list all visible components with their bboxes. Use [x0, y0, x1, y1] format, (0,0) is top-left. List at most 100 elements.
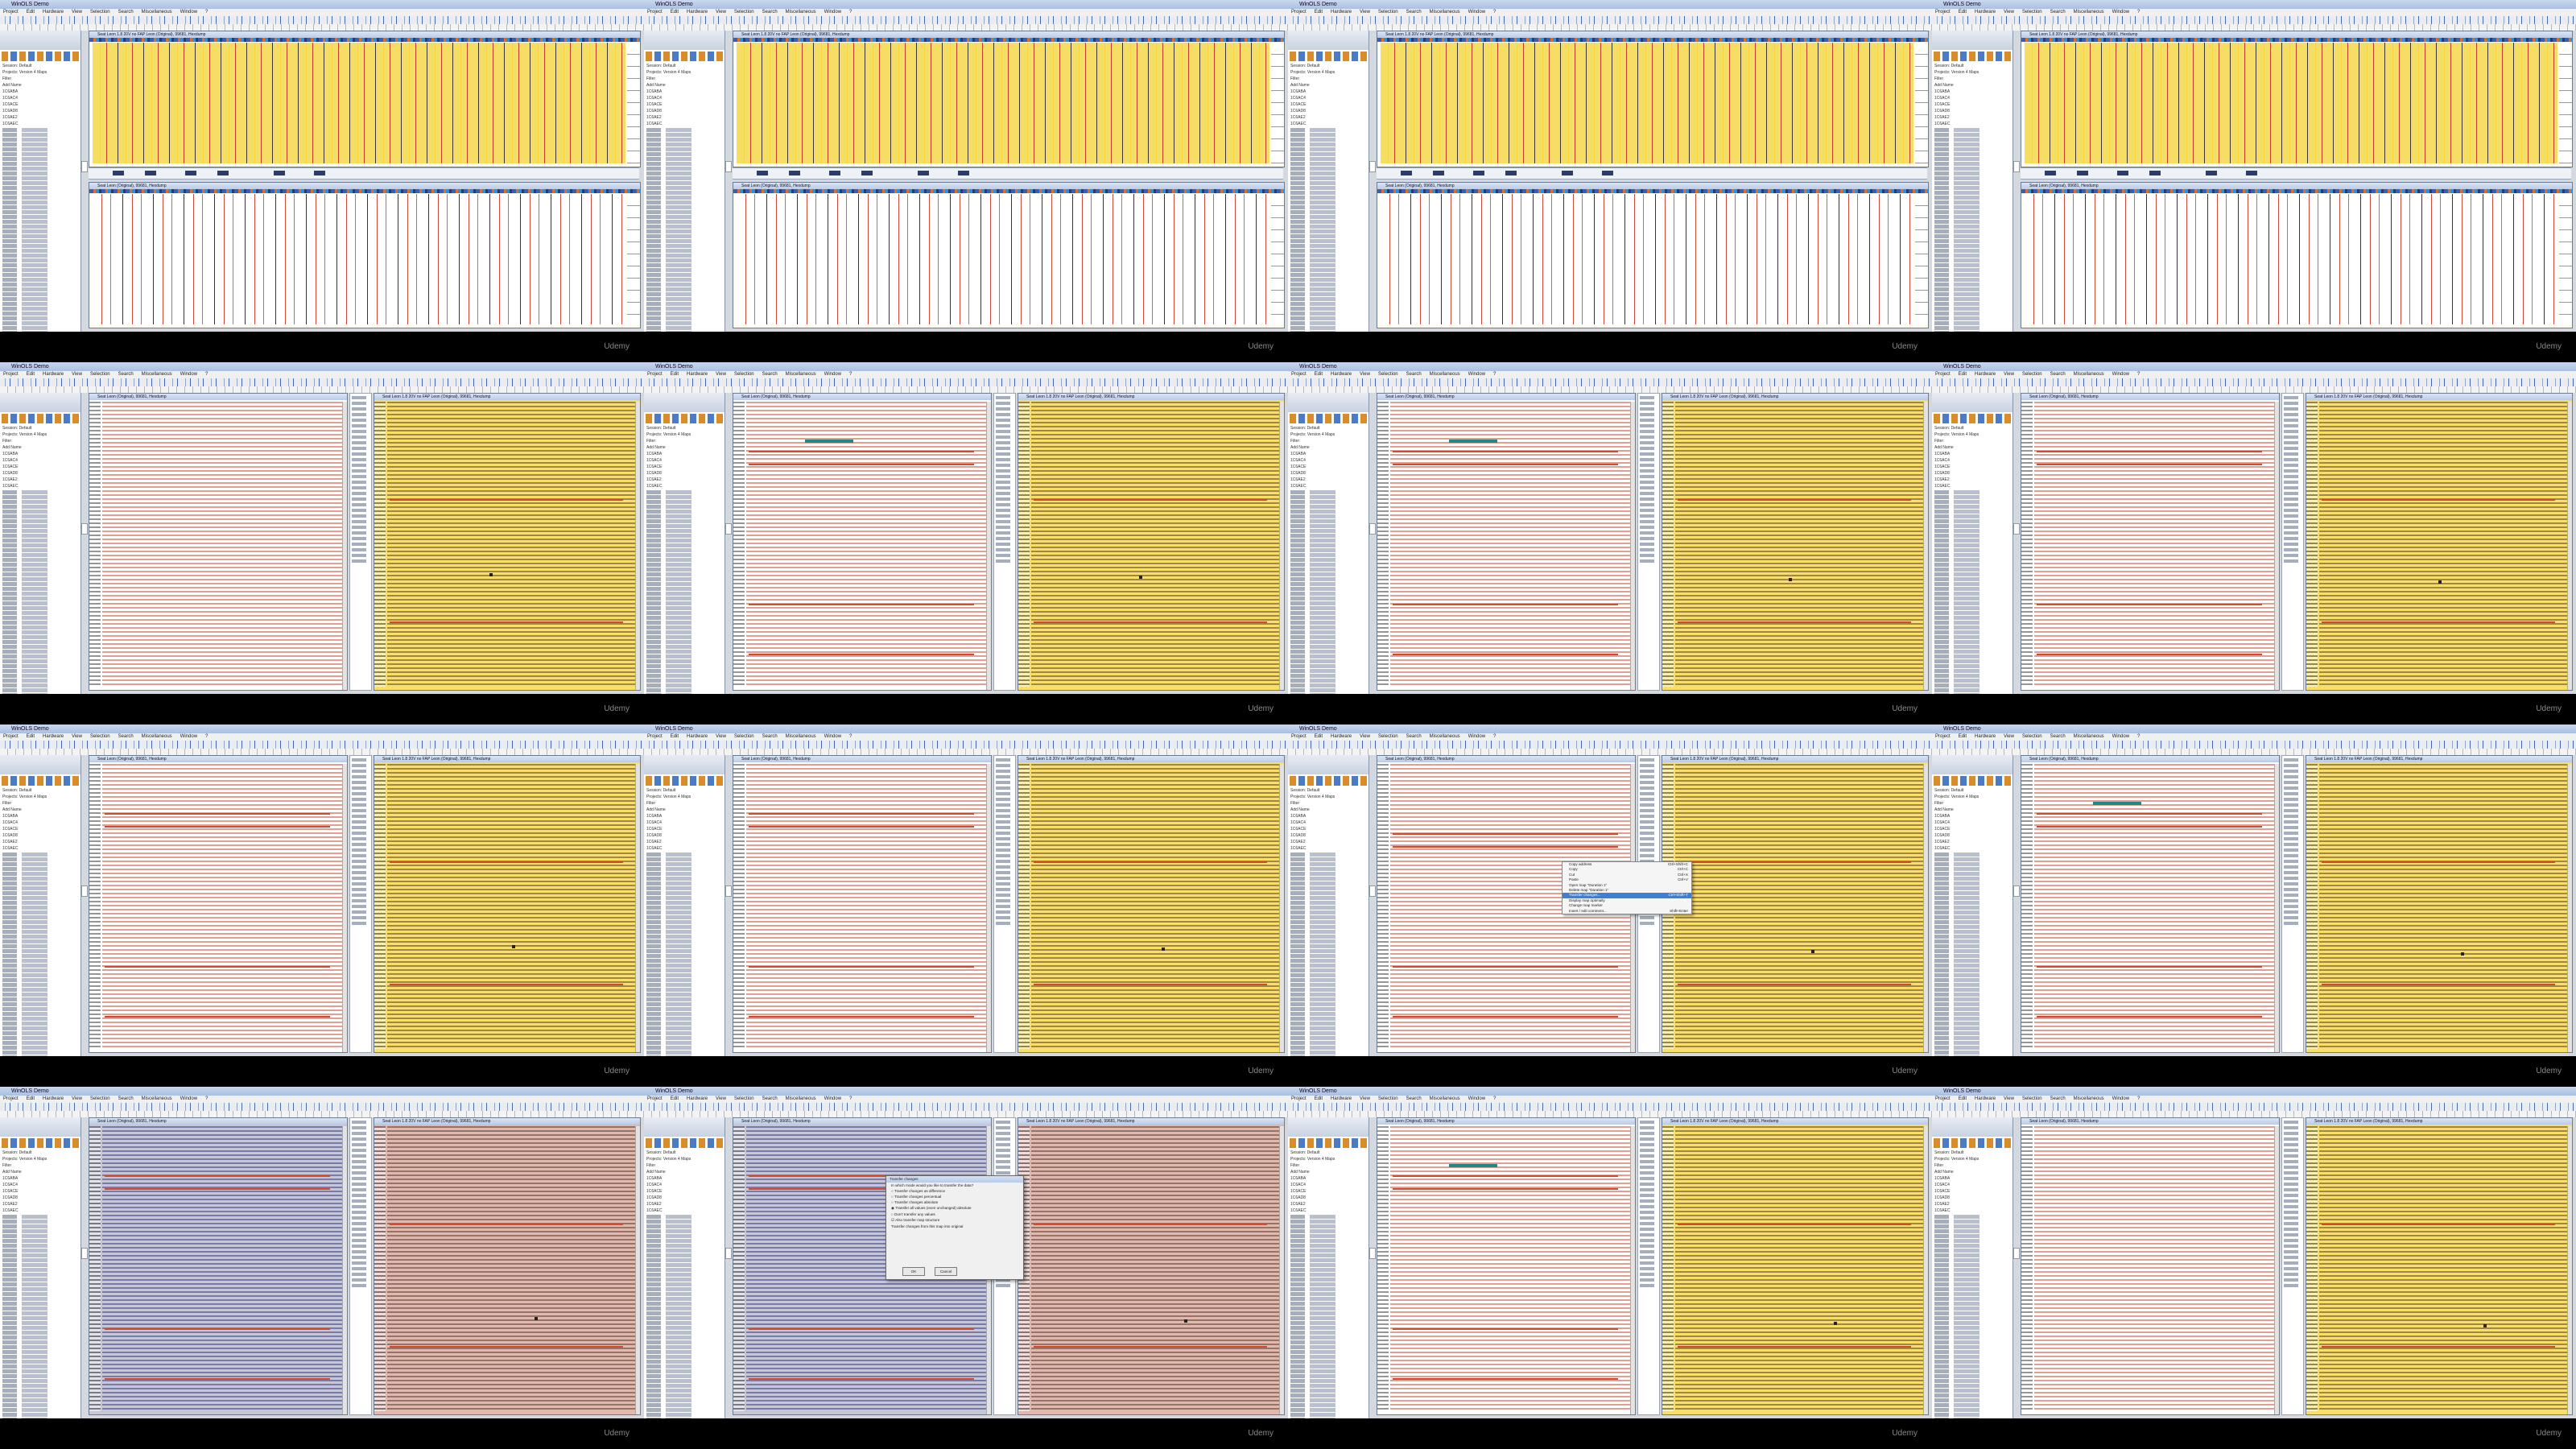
map-list-row[interactable] — [1934, 611, 2010, 615]
curve-plot[interactable] — [2025, 194, 2557, 324]
map-address[interactable]: 1C6AC4 — [644, 1182, 724, 1188]
map-list-row[interactable] — [2, 495, 78, 499]
property-row[interactable] — [996, 458, 1013, 461]
property-row[interactable] — [1640, 514, 1657, 518]
map-list-row[interactable] — [1934, 1239, 2010, 1243]
map-list-row[interactable] — [646, 857, 722, 861]
menu-item[interactable]: Miscellaneous — [786, 1096, 816, 1101]
collapse-arrow-icon[interactable] — [1369, 1248, 1376, 1259]
property-row[interactable] — [352, 770, 369, 773]
menu-item[interactable]: Search — [1406, 372, 1422, 377]
changed-map-outline[interactable] — [1678, 1224, 1911, 1348]
property-row[interactable] — [996, 486, 1013, 489]
map-list-row[interactable] — [646, 321, 722, 325]
property-row[interactable] — [352, 1250, 369, 1253]
menu-item[interactable]: Search — [2050, 10, 2066, 14]
map-list-row[interactable] — [1290, 321, 1366, 325]
changed-map-outline[interactable] — [1034, 1224, 1267, 1348]
menu-item[interactable]: ? — [1493, 1096, 1496, 1101]
collapse-arrow-icon[interactable] — [725, 1248, 732, 1259]
property-row[interactable] — [2284, 1245, 2301, 1248]
property-row[interactable] — [996, 910, 1013, 914]
map-list-row[interactable] — [646, 968, 722, 972]
property-row[interactable] — [352, 1188, 369, 1191]
changed-map-outline[interactable] — [1034, 499, 1267, 623]
map-list-row[interactable] — [646, 312, 722, 316]
map-list-row[interactable] — [646, 167, 722, 171]
control-button[interactable] — [113, 171, 124, 175]
map-list-row[interactable] — [1290, 312, 1366, 316]
menu-item[interactable]: Project — [647, 734, 663, 739]
map-list-row[interactable] — [646, 1041, 722, 1045]
map-list-row[interactable] — [2, 601, 78, 605]
map-list-row[interactable] — [1290, 1408, 1366, 1412]
map-list-row[interactable] — [646, 176, 722, 180]
map-list-row[interactable] — [646, 587, 722, 591]
map-list-row[interactable] — [1290, 196, 1366, 200]
map-list-row[interactable] — [1934, 1002, 2010, 1006]
map-list-row[interactable] — [1934, 220, 2010, 224]
map-list-row[interactable] — [646, 1278, 722, 1282]
map-list-row[interactable] — [1290, 915, 1366, 919]
property-row[interactable] — [352, 559, 369, 563]
property-row[interactable] — [352, 781, 369, 784]
property-row[interactable] — [996, 1143, 1013, 1146]
property-row[interactable] — [996, 430, 1013, 433]
property-row[interactable] — [1640, 1143, 1657, 1146]
property-row[interactable] — [996, 537, 1013, 540]
property-row[interactable] — [1640, 497, 1657, 501]
map-list-row[interactable] — [2, 229, 78, 233]
collapse-arrow-icon[interactable] — [1369, 523, 1376, 535]
map-list-row[interactable] — [1290, 597, 1366, 601]
map-list-row[interactable] — [2, 1403, 78, 1407]
map-list-row[interactable] — [1290, 640, 1366, 644]
map-list-row[interactable] — [2, 973, 78, 977]
map-list-row[interactable] — [1934, 862, 2010, 866]
map-list-row[interactable] — [1934, 548, 2010, 552]
map-list-row[interactable] — [646, 645, 722, 649]
map-list-row[interactable] — [2, 1297, 78, 1301]
control-button[interactable] — [1602, 171, 1613, 175]
map-list-row[interactable] — [646, 558, 722, 562]
map-list-row[interactable] — [1290, 534, 1366, 538]
map-list-row[interactable] — [2, 925, 78, 929]
map-list-row[interactable] — [646, 239, 722, 243]
secondary-toolbar[interactable] — [1288, 24, 1932, 31]
map-list-row[interactable] — [646, 258, 722, 262]
property-row[interactable] — [996, 905, 1013, 908]
map-list-row[interactable] — [2, 582, 78, 586]
map-list-row[interactable] — [646, 852, 722, 857]
map-list-row[interactable] — [646, 935, 722, 939]
map-list-row[interactable] — [1290, 611, 1366, 615]
property-row[interactable] — [352, 803, 369, 807]
property-row[interactable] — [1640, 554, 1657, 557]
map-list-row[interactable] — [2, 920, 78, 924]
map-list-row[interactable] — [646, 563, 722, 567]
menu-item[interactable]: Search — [762, 1096, 778, 1101]
property-row[interactable] — [996, 860, 1013, 863]
map-list-row[interactable] — [2, 896, 78, 900]
map-list-row[interactable] — [1290, 1297, 1366, 1301]
property-row[interactable] — [2284, 464, 2301, 467]
property-row[interactable] — [1640, 1228, 1657, 1231]
map-list-row[interactable] — [1934, 654, 2010, 658]
main-toolbar[interactable] — [0, 1103, 644, 1111]
map-list-row[interactable] — [2, 935, 78, 939]
map-list-row[interactable] — [2, 558, 78, 562]
menu-item[interactable]: Hardware — [1975, 1096, 1996, 1101]
map-list-row[interactable] — [646, 1350, 722, 1354]
property-row[interactable] — [996, 419, 1013, 422]
map-list-row[interactable] — [2, 519, 78, 523]
property-row[interactable] — [352, 1154, 369, 1158]
property-row[interactable] — [352, 826, 369, 829]
map-list-row[interactable] — [1290, 1355, 1366, 1359]
menu-item[interactable]: Search — [1406, 734, 1422, 739]
map-list-row[interactable] — [1934, 988, 2010, 992]
map-list-row[interactable] — [1290, 1326, 1366, 1330]
map-address[interactable]: 1C6AEC — [1932, 845, 2013, 852]
map-controls[interactable] — [733, 167, 1283, 180]
property-row[interactable] — [352, 452, 369, 456]
map-address[interactable]: 1C6AC4 — [1932, 457, 2013, 464]
map-list-row[interactable] — [646, 978, 722, 982]
map-list-row[interactable] — [1934, 1220, 2010, 1224]
